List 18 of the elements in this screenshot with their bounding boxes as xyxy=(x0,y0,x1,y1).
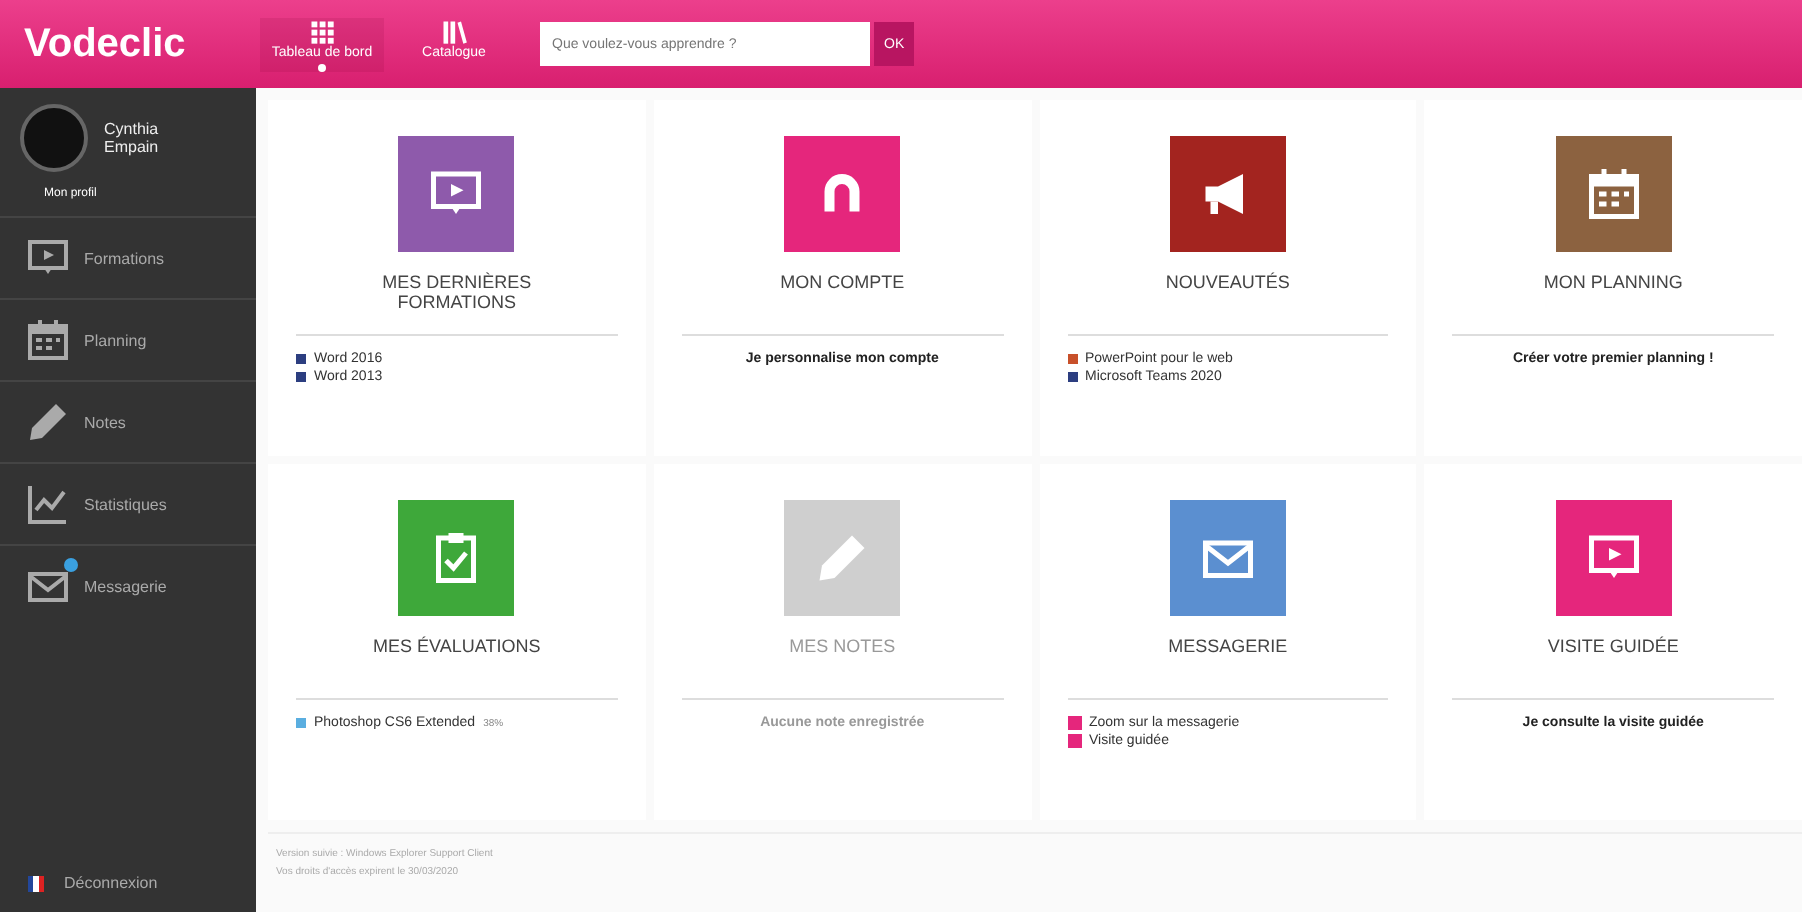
pencil-icon xyxy=(24,398,72,446)
tile-title: NOUVEAUTÉS xyxy=(1163,272,1292,292)
tile-title: MON PLANNING xyxy=(1541,272,1685,292)
calendar-icon xyxy=(24,316,72,364)
flag-icon xyxy=(28,875,44,891)
grid-icon xyxy=(308,17,336,45)
line-chart-icon xyxy=(24,480,72,528)
logout-link[interactable]: Déconnexion xyxy=(0,874,256,912)
tile-title: MES NOTES xyxy=(787,636,898,656)
tile-title: MON COMPTE xyxy=(778,272,907,292)
books-icon xyxy=(440,17,468,45)
tile-title: MES DERNIÈRES FORMATIONS xyxy=(380,272,534,312)
logo[interactable]: Vodeclic xyxy=(24,21,260,67)
tile-title: MES ÉVALUATIONS xyxy=(371,636,543,656)
avatar xyxy=(20,104,88,172)
tile-title: VISITE GUIDÉE xyxy=(1545,636,1681,656)
tile-title: MESSAGERIE xyxy=(1166,636,1290,656)
user-name: Cynthia Empain xyxy=(104,120,161,156)
